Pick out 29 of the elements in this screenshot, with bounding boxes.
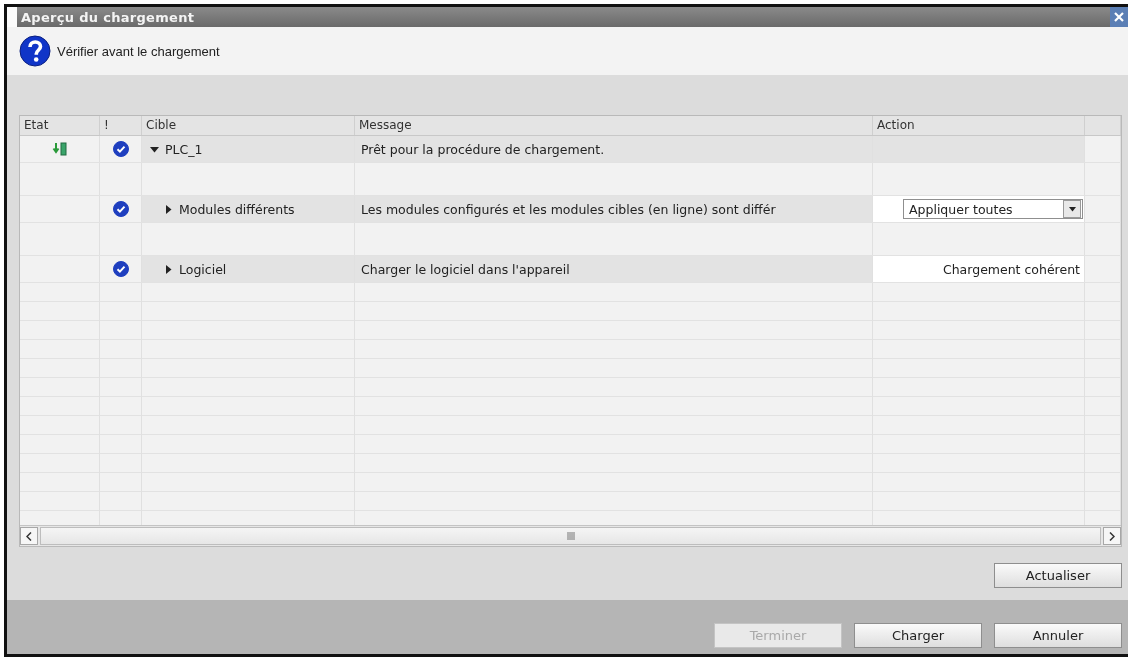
question-icon [19,35,51,67]
caret-icon [1068,206,1076,212]
caret-icon[interactable] [164,204,173,214]
window-title: Aperçu du chargement [20,9,195,25]
message-cell-text: Prêt pour la procédure de chargement. [360,141,605,157]
scroll-right-button[interactable] [1103,527,1121,545]
chevron-right-icon [1109,531,1115,541]
target-cell-text: PLC_1 [164,141,203,157]
caret-icon[interactable] [164,264,173,274]
target-cell-text: Logiciel [178,261,227,277]
scroll-left-button[interactable] [20,527,38,545]
message-cell-text: Les modules configurés et les modules cibles (en ligne) sont différ [360,201,776,217]
action-dropdown[interactable]: Appliquer toutes [903,199,1083,219]
dialog-button[interactable]: Charger [854,623,982,648]
scrollbar-thumb[interactable] [40,527,1101,545]
column-header[interactable]: Message [355,116,873,135]
column-header[interactable]: Action [873,116,1085,135]
chevron-left-icon [26,531,32,541]
column-header[interactable]: ! [100,116,142,135]
refresh-button[interactable]: Actualiser [994,563,1122,588]
close-icon [1114,12,1124,22]
close-button[interactable] [1110,7,1128,27]
header-text: Vérifier avant le chargement [57,43,220,59]
target-cell-text: Modules différents [178,201,295,217]
column-header[interactable]: Cible [142,116,355,135]
dialog-button[interactable]: Annuler [994,623,1122,648]
message-cell-text: Charger le logiciel dans l'appareil [360,261,570,277]
caret-icon[interactable] [150,144,159,154]
column-header[interactable]: Etat [20,116,100,135]
